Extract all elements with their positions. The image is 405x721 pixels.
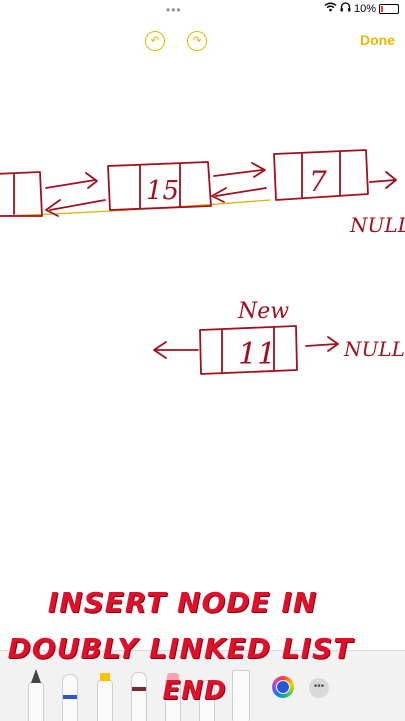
arrow-left-1 xyxy=(45,199,106,217)
null-label-1: NULL xyxy=(349,213,405,237)
title-line-2: DOUBLY LINKED LIST xyxy=(7,632,354,665)
node-value-15: 15 xyxy=(146,176,179,206)
title-line-1: INSERT NODE IN xyxy=(47,586,318,619)
arrow-right-1 xyxy=(45,172,98,189)
null-label-2: NULL xyxy=(343,337,405,361)
node-value-11: 11 xyxy=(238,337,276,372)
arrow-left-2 xyxy=(211,187,267,203)
arrow-left-new xyxy=(153,341,199,359)
arrow-to-null-1 xyxy=(369,171,397,189)
new-label: New xyxy=(237,299,289,324)
arrow-right-2 xyxy=(213,162,266,178)
node-value-7: 7 xyxy=(309,165,327,198)
title-line-3: END xyxy=(162,676,227,706)
arrow-to-null-2 xyxy=(305,336,339,352)
node-box-left xyxy=(0,171,43,217)
